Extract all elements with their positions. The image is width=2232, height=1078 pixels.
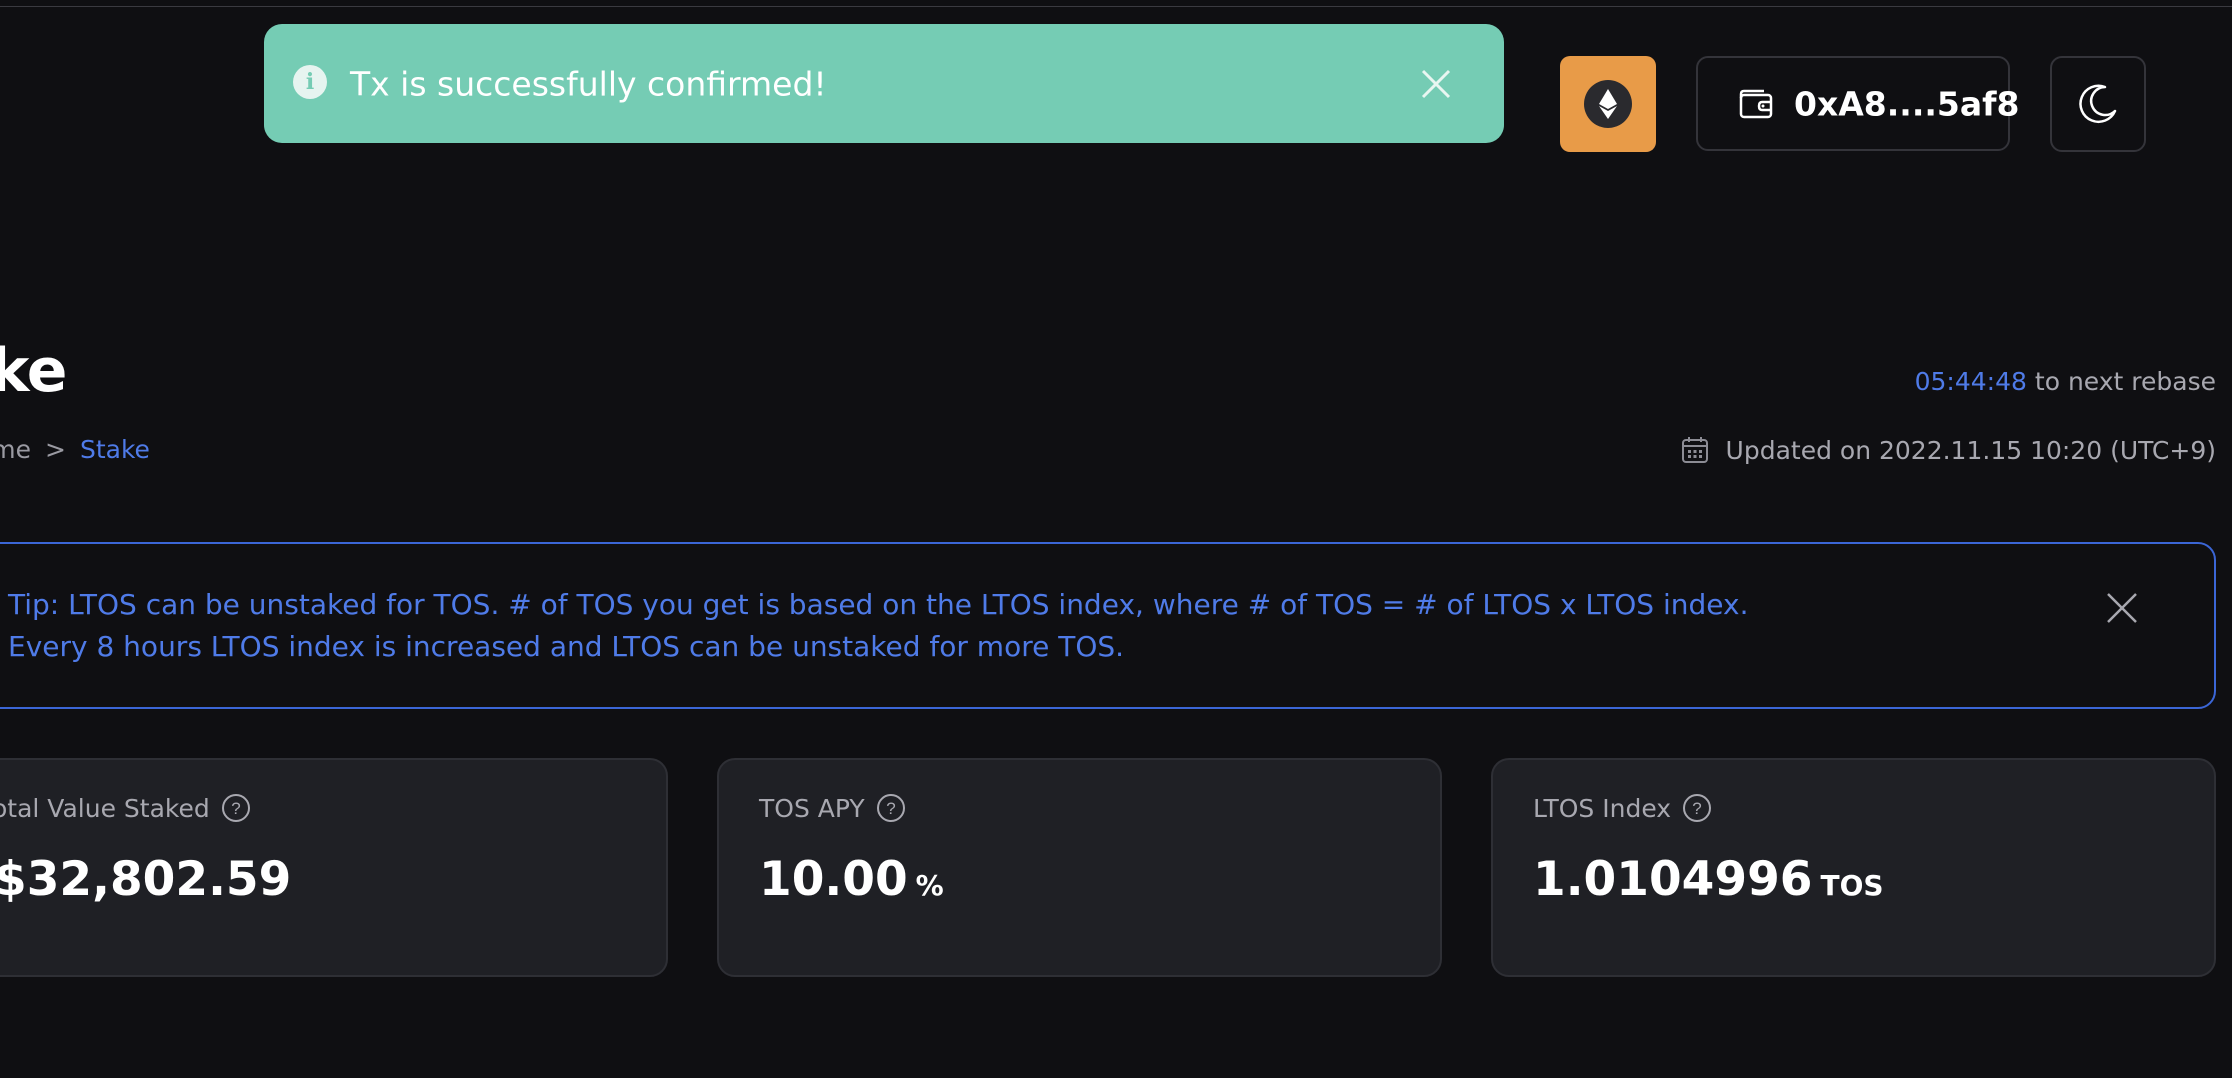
stat-value-number: 1.0104996 xyxy=(1533,852,1813,907)
stat-label: TOS APY ? xyxy=(759,792,907,824)
help-icon[interactable]: ? xyxy=(1681,792,1713,824)
calendar-icon xyxy=(1681,437,1708,463)
stat-value: 1.0104996 TOS xyxy=(1533,852,1884,907)
svg-text:?: ? xyxy=(886,799,895,818)
breadcrumb-home[interactable]: ome xyxy=(0,435,31,464)
stat-value-unit: TOS xyxy=(1820,869,1884,902)
page-title: ake xyxy=(0,336,67,406)
wallet-button[interactable]: 0xA8....5af8 xyxy=(1696,56,2019,151)
svg-text:?: ? xyxy=(231,799,240,818)
tip-close-icon[interactable] xyxy=(2104,590,2140,626)
breadcrumb-current[interactable]: Stake xyxy=(80,435,150,464)
rebase-label: to next rebase xyxy=(2034,367,2216,396)
updated-timestamp: Updated on 2022.11.15 10:20 (UTC+9) xyxy=(1680,435,2216,465)
stat-value: $32,802.59 xyxy=(0,852,299,907)
stat-label-text: otal Value Staked xyxy=(0,793,210,823)
ethereum-icon xyxy=(1584,80,1632,128)
tip-line-1: Tip: LTOS can be unstaked for TOS. # of … xyxy=(8,588,1749,621)
toast-message: Tx is successfully confirmed! xyxy=(350,64,827,103)
moon-icon xyxy=(2079,84,2117,124)
tip-banner: Tip: LTOS can be unstaked for TOS. # of … xyxy=(0,542,2216,709)
stat-label: LTOS Index ? xyxy=(1533,792,1713,824)
stat-card-tos-apy: TOS APY ? 10.00% xyxy=(717,758,1442,977)
stat-card-ltos-index: LTOS Index ? 1.0104996 TOS xyxy=(1491,758,2216,977)
breadcrumb-separator: > xyxy=(45,435,66,464)
wallet-icon xyxy=(1739,89,1773,119)
svg-text:?: ? xyxy=(1692,799,1701,818)
network-button[interactable] xyxy=(1560,56,1656,152)
stat-value-number: 10.00 xyxy=(759,852,908,907)
stat-value-unit: % xyxy=(915,869,944,902)
stat-value: 10.00% xyxy=(759,852,944,907)
tip-line-2: Every 8 hours LTOS index is increased an… xyxy=(8,630,1125,663)
updated-text: Updated on 2022.11.15 10:20 (UTC+9) xyxy=(1725,435,2216,465)
theme-toggle-button[interactable] xyxy=(2050,56,2146,152)
rebase-timer: 05:44:48 xyxy=(1914,367,2027,396)
stat-label-text: LTOS Index xyxy=(1533,793,1672,823)
help-icon[interactable]: ? xyxy=(220,792,252,824)
breadcrumb: ome > Stake xyxy=(0,435,150,464)
stake-page: i Tx is successfully confirmed! 0xA8....… xyxy=(0,0,2232,1078)
toast-close-icon[interactable] xyxy=(1418,66,1454,102)
help-icon[interactable]: ? xyxy=(875,792,907,824)
stat-label: otal Value Staked ? xyxy=(0,792,252,824)
wallet-address: 0xA8....5af8 xyxy=(1794,84,2020,123)
stat-card-total-value-staked: otal Value Staked ? $32,802.59 xyxy=(0,758,668,977)
stat-value-number: $32,802.59 xyxy=(0,852,292,907)
rebase-countdown: 05:44:48 to next rebase xyxy=(1915,367,2216,396)
stat-label-text: TOS APY xyxy=(759,793,865,823)
info-icon: i xyxy=(293,65,327,100)
top-divider xyxy=(0,6,2232,7)
success-toast: i Tx is successfully confirmed! xyxy=(264,24,1504,143)
